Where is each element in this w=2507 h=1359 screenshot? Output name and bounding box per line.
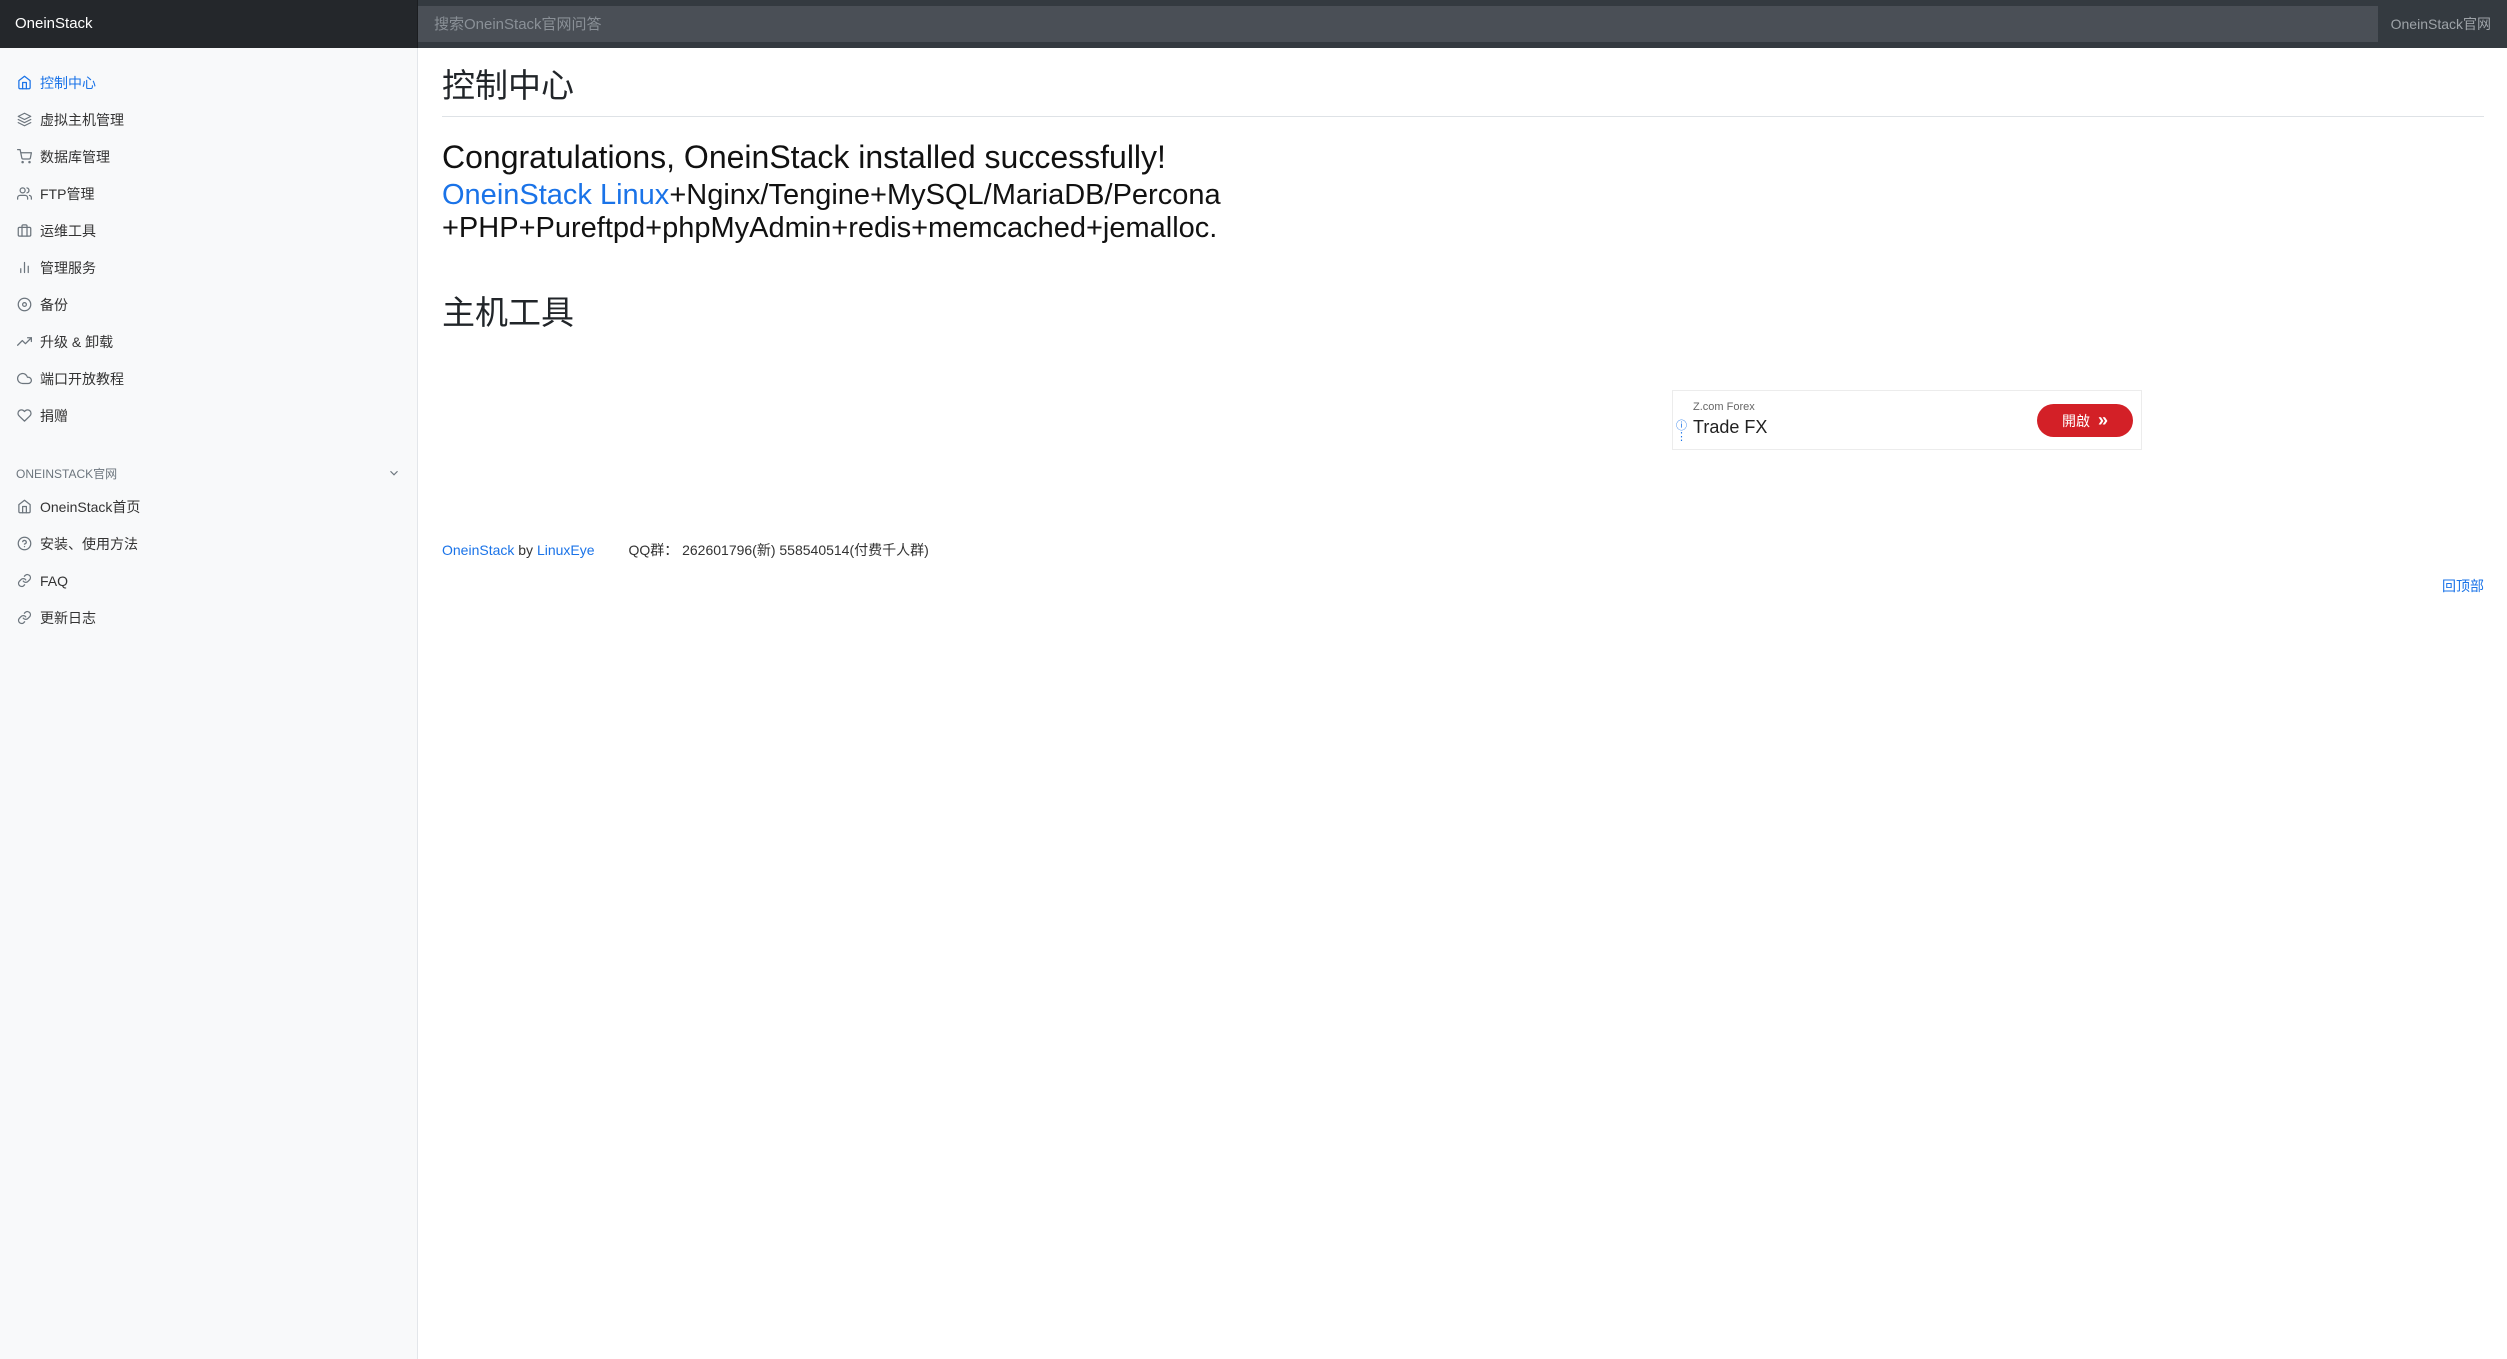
sidebar-item-faq[interactable]: FAQ [0, 562, 417, 599]
section-title: ONEINSTACK官网 [16, 466, 118, 481]
sidebar-item-vhost[interactable]: 虚拟主机管理 [0, 101, 417, 138]
home-icon [16, 499, 32, 515]
sidebar-item-label: FAQ [40, 572, 69, 589]
trending-up-icon [16, 334, 32, 350]
host-tools-title: 主机工具 [442, 294, 574, 331]
briefcase-icon [16, 223, 32, 239]
sidebar-item-label: 虚拟主机管理 [40, 111, 124, 128]
sidebar-item-label: OneinStack首页 [40, 498, 141, 515]
sidebar-item-donate[interactable]: 捐赠 [0, 397, 417, 434]
ad-info-icon[interactable]: ⓘ ⋮ [1676, 421, 1687, 443]
install-success-heading: Congratulations, OneinStack installed su… [442, 139, 1166, 175]
ad-advertiser: Z.com Forex [1693, 401, 1755, 413]
home-icon [16, 75, 32, 91]
sidebar-item-ftp[interactable]: FTP管理 [0, 175, 417, 212]
search-input[interactable] [418, 6, 2378, 42]
ad-banner: ⓘ ⋮ Z.com Forex Trade FX 開啟 » [1232, 390, 2142, 450]
ad-open-button[interactable]: 開啟 » [2037, 404, 2133, 437]
stack-line-1: +Nginx/Tengine+MySQL/MariaDB/Percona [669, 179, 1221, 211]
stack-line-2: +PHP+Pureftpd+phpMyAdmin+redis+memcached… [442, 212, 1218, 244]
sidebar-item-label: FTP管理 [40, 185, 95, 202]
footer-by: by [518, 542, 534, 558]
ad-button-label: 開啟 [2061, 412, 2090, 429]
sidebar-item-ports[interactable]: 端口开放教程 [0, 360, 417, 397]
sidebar-item-dashboard[interactable]: 控制中心 [0, 64, 417, 101]
stack-description: OneinStack Linux+Nginx/Tengine+MySQL/Mar… [442, 179, 2484, 245]
sidebar-item-homepage[interactable]: OneinStack首页 [0, 488, 417, 525]
sidebar-nav: 控制中心 虚拟主机管理 数据库管理 FTP管理 运维工具 管理服务 备份 升级 [0, 48, 417, 434]
back-to-top-link[interactable]: 回顶部 [2442, 576, 2484, 596]
sidebar-item-ops-tools[interactable]: 运维工具 [0, 212, 417, 249]
sidebar-item-label: 捐赠 [40, 407, 68, 424]
chevron-down-icon[interactable] [387, 466, 401, 480]
sidebar-item-install-guide[interactable]: 安装、使用方法 [0, 525, 417, 562]
bar-chart-icon [16, 260, 32, 276]
footer: OneinStack by LinuxEye QQ群： 262601796(新)… [442, 540, 929, 560]
users-icon [16, 186, 32, 202]
sidebar-item-label: 控制中心 [40, 74, 96, 91]
sidebar-item-label: 安装、使用方法 [40, 535, 138, 552]
sidebar-item-database[interactable]: 数据库管理 [0, 138, 417, 175]
footer-linuxeye-link[interactable]: LinuxEye [537, 542, 595, 558]
sidebar-item-label: 管理服务 [40, 259, 96, 276]
sidebar-item-backup[interactable]: 备份 [0, 286, 417, 323]
cloud-icon [16, 371, 32, 387]
layers-icon [16, 112, 32, 128]
heart-icon [16, 408, 32, 424]
top-navbar: OneinStack OneinStack官网 [0, 0, 2507, 48]
oneinstack-linux-link[interactable]: OneinStack Linux [442, 179, 669, 211]
sidebar-section-nav: OneinStack首页 安装、使用方法 FAQ 更新日志 [0, 484, 417, 636]
disc-icon [16, 297, 32, 313]
main-content: 控制中心 Congratulations, OneinStack install… [442, 48, 2484, 594]
sidebar: 控制中心 虚拟主机管理 数据库管理 FTP管理 运维工具 管理服务 备份 升级 [0, 48, 418, 1359]
sidebar-item-label: 备份 [40, 296, 68, 313]
sidebar-item-label: 运维工具 [40, 222, 96, 239]
link-icon [16, 610, 32, 626]
cart-icon [16, 149, 32, 165]
footer-qq-groups: QQ群： 262601796(新) 558540514(付费千人群) [628, 542, 929, 558]
footer-oneinstack-link[interactable]: OneinStack [442, 542, 514, 558]
sidebar-item-changelog[interactable]: 更新日志 [0, 599, 417, 636]
sidebar-item-label: 数据库管理 [40, 148, 110, 165]
sidebar-item-upgrade[interactable]: 升级 & 卸载 [0, 323, 417, 360]
sidebar-item-label: 升级 & 卸载 [40, 333, 114, 350]
page-title: 控制中心 [442, 48, 2484, 117]
sidebar-item-label: 更新日志 [40, 609, 96, 626]
ad-title: Trade FX [1693, 417, 1768, 437]
link-icon [16, 573, 32, 589]
site-link[interactable]: OneinStack官网 [2391, 0, 2491, 48]
sidebar-section-heading[interactable]: ONEINSTACK官网 [0, 462, 417, 484]
brand-logo[interactable]: OneinStack [0, 0, 418, 48]
double-chevron-right-icon: » [2097, 410, 2108, 430]
sidebar-item-label: 端口开放教程 [40, 370, 124, 387]
help-circle-icon [16, 536, 32, 552]
ad-container[interactable]: ⓘ ⋮ Z.com Forex Trade FX 開啟 » [1672, 390, 2142, 450]
sidebar-item-services[interactable]: 管理服务 [0, 249, 417, 286]
